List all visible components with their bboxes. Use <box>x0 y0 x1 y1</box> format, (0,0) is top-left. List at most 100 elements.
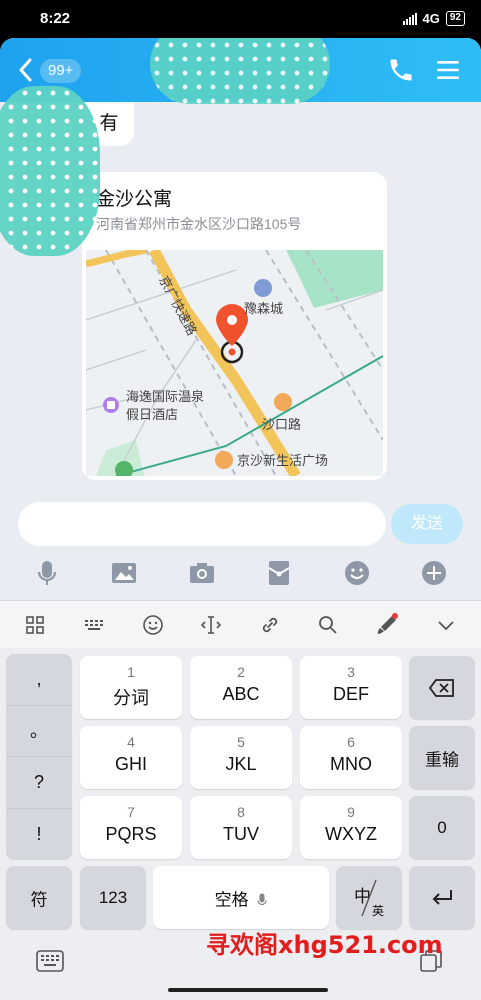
menu-button[interactable] <box>435 57 461 83</box>
key-number: 8 <box>237 804 245 820</box>
red-packet-button[interactable] <box>264 558 294 588</box>
key-1[interactable]: 1 分词 <box>80 656 182 719</box>
keyboard-toolbar <box>0 600 481 648</box>
key-number: 3 <box>347 664 355 680</box>
voice-button[interactable] <box>32 558 62 588</box>
punct-key-question[interactable]: ? <box>6 757 72 809</box>
menu-icon <box>437 61 459 79</box>
key-number: 7 <box>127 804 135 820</box>
space-text: 空格 <box>214 890 249 909</box>
kb-search-button[interactable] <box>316 613 340 637</box>
watermark-text: 寻欢阁xhg521.com <box>206 931 443 959</box>
chevron-left-icon <box>19 58 32 82</box>
map-label-hotel: 海逸国际温泉 <box>126 389 205 404</box>
key-letters: WXYZ <box>325 824 377 844</box>
call-button[interactable] <box>387 56 415 84</box>
cursor-icon <box>201 615 222 634</box>
key-3[interactable]: 3 DEF <box>300 656 402 719</box>
kb-handwriting-button[interactable] <box>375 612 399 637</box>
key-letters: ABC <box>222 684 260 704</box>
kb-layout-button[interactable] <box>82 613 106 637</box>
key-7[interactable]: 7 PQRS <box>80 796 182 859</box>
status-indicators: 4G 92 <box>402 11 465 26</box>
key-letters: 分词 <box>113 688 149 708</box>
key-5[interactable]: 5 JKL <box>190 726 292 789</box>
microphone-icon <box>37 561 56 585</box>
zero-label: 0 <box>437 817 447 837</box>
zero-key[interactable]: 0 <box>409 796 475 859</box>
back-button[interactable] <box>16 56 36 84</box>
image-icon <box>112 563 137 583</box>
backspace-icon <box>428 678 454 697</box>
chevron-down-icon <box>438 620 454 630</box>
grid-icon <box>26 615 45 634</box>
key-6[interactable]: 6 MNO <box>300 726 402 789</box>
key-8[interactable]: 8 TUV <box>190 796 292 859</box>
symbol-key[interactable]: 符 <box>6 866 72 929</box>
key-number: 4 <box>127 734 135 750</box>
chat-screen: 99+ 有 金沙公寓 河南省郑州市金水区沙口路105号 京广快速路 豫森城 海逸… <box>0 38 481 1000</box>
slash-divider <box>361 879 377 917</box>
key-2[interactable]: 2 ABC <box>190 656 292 719</box>
map-label-hotel-line2: 假日酒店 <box>126 407 179 422</box>
key-letters: GHI <box>114 754 147 774</box>
key-number: 9 <box>347 804 355 820</box>
envelope-icon <box>268 561 290 585</box>
punct-key-exclaim[interactable]: ! <box>6 809 72 861</box>
key-letters: PQRS <box>105 824 157 844</box>
enter-key[interactable] <box>409 866 475 929</box>
key-4[interactable]: 4 GHI <box>80 726 182 789</box>
status-time: 8:22 <box>40 10 71 27</box>
key-number: 5 <box>237 734 245 750</box>
punct-key-period[interactable]: 。 <box>6 706 72 757</box>
numeric-label: 123 <box>98 887 128 907</box>
kb-emoji-button[interactable] <box>141 613 165 637</box>
kb-link-button[interactable] <box>258 613 282 637</box>
backspace-key[interactable] <box>409 656 475 719</box>
space-label: 空格 <box>153 885 329 910</box>
map-label-plaza: 京沙新生活广场 <box>237 453 329 468</box>
photo-button[interactable] <box>109 558 139 588</box>
punct-key-comma[interactable]: , <box>6 654 72 706</box>
space-key[interactable]: 空格 <box>153 866 329 929</box>
key-letters: MNO <box>330 754 372 774</box>
numeric-key[interactable]: 123 <box>80 866 146 929</box>
search-icon <box>319 615 338 634</box>
emoji-button[interactable] <box>342 558 372 588</box>
mic-small-icon <box>257 893 267 906</box>
plus-icon <box>422 561 447 585</box>
retype-key[interactable]: 重输 <box>409 726 475 789</box>
retype-label: 重输 <box>425 750 459 769</box>
battery-indicator: 92 <box>445 11 465 26</box>
map-label-road: 沙口路 <box>262 417 302 432</box>
kb-collapse-button[interactable] <box>434 613 458 637</box>
key-9[interactable]: 9 WXYZ <box>300 796 402 859</box>
location-card[interactable]: 金沙公寓 河南省郑州市金水区沙口路105号 京广快速路 豫森城 海逸国际温泉 假… <box>82 172 387 480</box>
more-button[interactable] <box>419 558 449 588</box>
link-icon <box>262 617 277 632</box>
attachment-toolbar <box>0 554 481 592</box>
kb-cursor-button[interactable] <box>199 613 223 637</box>
key-number: 6 <box>347 734 355 750</box>
smiley-icon <box>142 614 163 635</box>
key-letters: JKL <box>225 754 257 774</box>
language-switch-key[interactable]: 中 英 <box>336 866 402 929</box>
key-letters: TUV <box>223 824 259 844</box>
map-preview[interactable]: 京广快速路 豫森城 海逸国际温泉 假日酒店 沙口路 京沙新生活广场 <box>86 250 383 476</box>
key-letters: DEF <box>333 684 369 704</box>
switch-keyboard-button[interactable] <box>36 950 64 972</box>
map-graphic <box>86 250 383 476</box>
home-indicator[interactable] <box>168 988 328 992</box>
send-button[interactable]: 发送 <box>391 504 463 544</box>
kb-apps-button[interactable] <box>23 613 47 637</box>
message-input[interactable] <box>18 502 386 546</box>
phone-icon <box>390 59 412 81</box>
map-label-mall: 豫森城 <box>244 301 284 316</box>
signal-icon <box>402 12 417 25</box>
location-name: 金沙公寓 <box>96 189 173 210</box>
camera-icon <box>189 563 214 583</box>
status-bar: 8:22 4G 92 <box>0 0 481 38</box>
unread-badge[interactable]: 99+ <box>40 59 82 83</box>
keyboard-switch-icon <box>36 950 64 972</box>
camera-button[interactable] <box>187 558 217 588</box>
